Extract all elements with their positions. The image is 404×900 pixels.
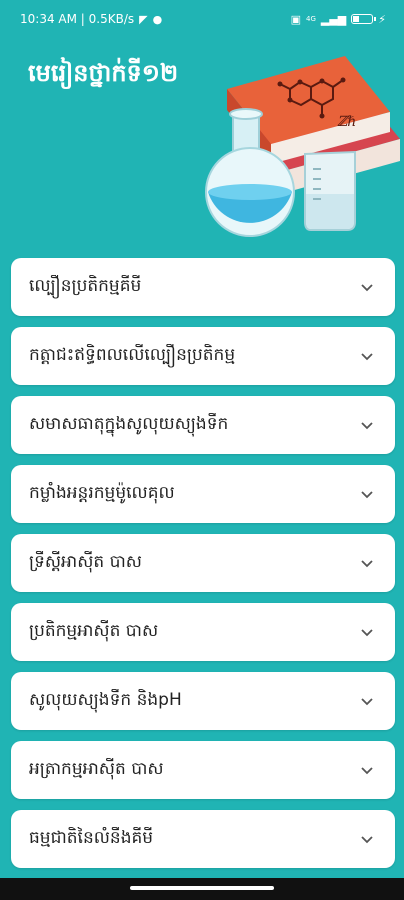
messenger-icon: ● — [152, 12, 163, 26]
list-item[interactable]: ល្បឿនប្រតិកម្មគីមី — [11, 258, 395, 316]
chevron-down-icon[interactable] — [359, 555, 375, 571]
beaker-icon — [304, 150, 356, 231]
list-item-label: កត្តាជះឥទ្ធិពលលើល្បឿនប្រតិកម្ម — [29, 344, 236, 365]
telegram-icon: ◤ — [139, 12, 148, 26]
chevron-down-icon[interactable] — [359, 486, 375, 502]
page-title: មេរៀនថ្នាក់ទី១២ — [28, 59, 179, 87]
list-item[interactable]: ប្រតិកម្មអាស៊ីត បាស — [11, 603, 395, 661]
chevron-down-icon[interactable] — [359, 762, 375, 778]
list-item[interactable]: កត្តាជះឥទ្ធិពលលើល្បឿនប្រតិកម្ម — [11, 327, 395, 385]
signal-icon: ▂▄▆ — [320, 12, 347, 26]
chevron-down-icon[interactable] — [359, 624, 375, 640]
list-item[interactable]: អត្រាកម្មអាស៊ីត បាស — [11, 741, 395, 799]
list-item-label: កម្លាំងអន្តរកម្មម៉ូលេគុល — [29, 482, 175, 503]
list-item[interactable]: ធម្មជាតិនៃលំនឹងគីមី — [11, 810, 395, 868]
list-item[interactable]: សមាសធាតុក្នុងសូលុយស្យុងទឹក — [11, 396, 395, 454]
list-item[interactable]: សូលុយស្យុងទឹក និងpH — [11, 672, 395, 730]
list-item-label: ធម្មជាតិនៃលំនឹងគីមី — [29, 827, 154, 848]
list-item-label: សូលុយស្យុងទឹក និងpH — [29, 689, 182, 710]
lesson-list: ល្បឿនប្រតិកម្មគីមី កត្តាជះឥទ្ធិពលលើល្បឿន… — [11, 258, 395, 879]
status-time: 10:34 AM | 0.5KB/s — [20, 12, 135, 26]
list-item[interactable]: ទ្រឹស្តីអាស៊ីត បាស — [11, 534, 395, 592]
status-bar: 10:34 AM | 0.5KB/s ◤ ● ▣ 4G ▂▄▆ ⚡ — [0, 0, 404, 38]
list-item-label: សមាសធាតុក្នុងសូលុយស្យុងទឹក — [29, 413, 229, 434]
nfc-icon: ▣ — [290, 12, 301, 26]
list-item-label: ប្រតិកម្មអាស៊ីត បាស — [29, 620, 159, 641]
chevron-down-icon[interactable] — [359, 279, 375, 295]
chevron-down-icon[interactable] — [359, 831, 375, 847]
charging-icon: ⚡ — [378, 12, 386, 26]
chevron-down-icon[interactable] — [359, 348, 375, 364]
header: មេរៀនថ្នាក់ទី១២ ℤℏ — [0, 38, 404, 243]
list-item-label: ទ្រឹស្តីអាស៊ីត បាស — [29, 551, 142, 572]
chevron-down-icon[interactable] — [359, 417, 375, 433]
home-gesture-handle[interactable] — [130, 886, 274, 890]
list-item[interactable]: កម្លាំងអន្តរកម្មម៉ូលេគុល — [11, 465, 395, 523]
list-item-label: អត្រាកម្មអាស៊ីត បាស — [29, 758, 164, 779]
chevron-down-icon[interactable] — [359, 693, 375, 709]
chemistry-illustration: ℤℏ — [205, 56, 400, 237]
svg-text:ℤℏ: ℤℏ — [337, 114, 356, 130]
list-item-label: ល្បឿនប្រតិកម្មគីមី — [29, 275, 142, 296]
battery-icon — [351, 14, 377, 24]
network-type: 4G — [305, 14, 316, 23]
